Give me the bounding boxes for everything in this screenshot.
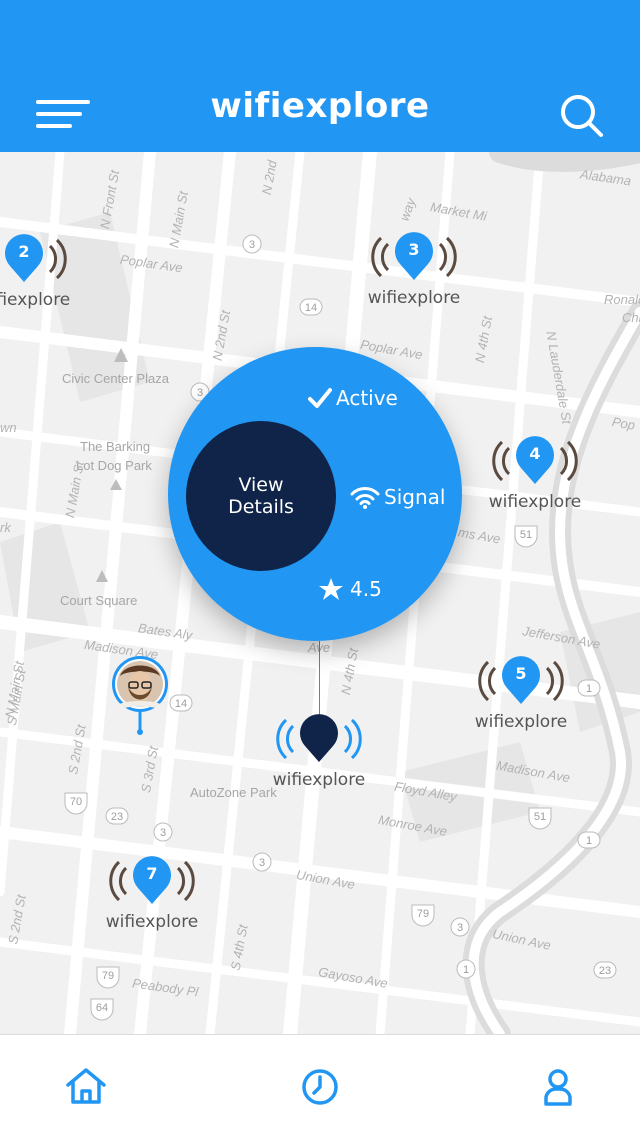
highway-badge: 14 xyxy=(299,298,323,316)
svg-text:3: 3 xyxy=(197,387,203,399)
svg-text:3: 3 xyxy=(457,922,463,934)
signal-label: Signal xyxy=(384,485,446,509)
user-location-avatar[interactable] xyxy=(110,656,170,736)
view-details-line1: View xyxy=(238,474,284,496)
svg-text:14: 14 xyxy=(305,302,317,314)
highway-badge: 23 xyxy=(105,807,129,825)
highway-badge: 51 xyxy=(514,525,538,548)
svg-text:51: 51 xyxy=(534,811,546,823)
checkmark-icon xyxy=(308,388,332,408)
selected-wifi-hotspot-pin[interactable]: wifiexplore xyxy=(249,714,389,804)
wifi-hotspot-pin[interactable]: 5 wifiexplore xyxy=(451,656,591,746)
rating-display: 4.5 xyxy=(318,577,382,601)
clock-icon xyxy=(302,1069,338,1105)
wifi-hotspot-pin[interactable]: 7 wifiexplore xyxy=(82,856,222,946)
highway-badge: 79 xyxy=(96,966,120,989)
svg-text:64: 64 xyxy=(96,1002,108,1014)
app-title: wifiexplore xyxy=(210,86,430,126)
svg-text:3: 3 xyxy=(160,827,166,839)
pin-label: wifiexplore xyxy=(367,288,461,308)
highway-badge: 1 xyxy=(456,959,476,979)
pin-number: 4 xyxy=(529,444,541,463)
highway-badge: 3 xyxy=(252,852,272,872)
svg-text:1: 1 xyxy=(463,964,469,976)
app-header: wifiexplore xyxy=(0,0,640,152)
svg-text:79: 79 xyxy=(102,970,114,982)
highway-badge: 23 xyxy=(593,961,617,979)
avatar xyxy=(112,656,168,735)
pin-label: wifiexplore xyxy=(272,770,366,790)
status-active: Active xyxy=(308,386,398,410)
nav-profile[interactable] xyxy=(536,1065,580,1109)
highway-badge: 3 xyxy=(153,822,173,842)
svg-text:23: 23 xyxy=(599,965,611,977)
rating-value: 4.5 xyxy=(350,577,382,601)
view-details-button[interactable]: View Details xyxy=(186,421,336,571)
svg-text:23: 23 xyxy=(111,811,123,823)
svg-text:3: 3 xyxy=(259,857,265,869)
wifi-hotspot-pin[interactable]: 4 wifiexplore xyxy=(465,436,605,526)
svg-text:79: 79 xyxy=(417,908,429,920)
nav-history[interactable] xyxy=(298,1065,342,1109)
svg-text:1: 1 xyxy=(586,835,592,847)
bottom-navigation xyxy=(0,1034,640,1136)
wifi-hotspot-pin[interactable]: 2 wifiexplore xyxy=(0,234,94,324)
svg-text:14: 14 xyxy=(175,698,187,710)
highway-badge: 1 xyxy=(577,831,601,849)
wifi-hotspot-pin[interactable]: 3 wifiexplore xyxy=(344,232,484,322)
pin-number: 7 xyxy=(146,864,158,883)
highway-badge: 14 xyxy=(169,694,193,712)
highway-badge: 79 xyxy=(411,904,435,927)
search-icon[interactable] xyxy=(556,90,608,142)
highway-badge: 51 xyxy=(528,807,552,830)
svg-text:51: 51 xyxy=(520,529,532,541)
app-screen: wifiexplore Alabama Market Mi Poplar Ave… xyxy=(0,0,640,1136)
view-details-line2: Details xyxy=(228,496,294,518)
profile-icon xyxy=(544,1069,572,1106)
highway-badge: 3 xyxy=(450,917,470,937)
star-icon xyxy=(319,578,343,600)
highway-badge: 64 xyxy=(90,998,114,1021)
signal-indicator: Signal xyxy=(350,484,445,510)
nav-home[interactable] xyxy=(64,1065,108,1109)
home-icon xyxy=(66,1068,106,1104)
highway-badge: 70 xyxy=(64,792,88,815)
pin-label: wifiexplore xyxy=(105,912,199,932)
status-label: Active xyxy=(336,386,398,410)
pin-label: wifiexplore xyxy=(488,492,582,512)
highway-badge: 3 xyxy=(242,234,262,254)
popup-connector-line xyxy=(319,641,320,721)
pin-label: wifiexplore xyxy=(474,712,568,732)
pin-number: 5 xyxy=(515,664,527,683)
wifi-icon xyxy=(350,487,380,509)
pin-number: 2 xyxy=(18,242,30,261)
wifi-signal-pin-icon xyxy=(276,714,362,762)
svg-text:70: 70 xyxy=(70,796,82,808)
pin-number: 3 xyxy=(408,240,420,259)
svg-text:3: 3 xyxy=(249,239,255,251)
pin-label: wifiexplore xyxy=(0,290,71,310)
